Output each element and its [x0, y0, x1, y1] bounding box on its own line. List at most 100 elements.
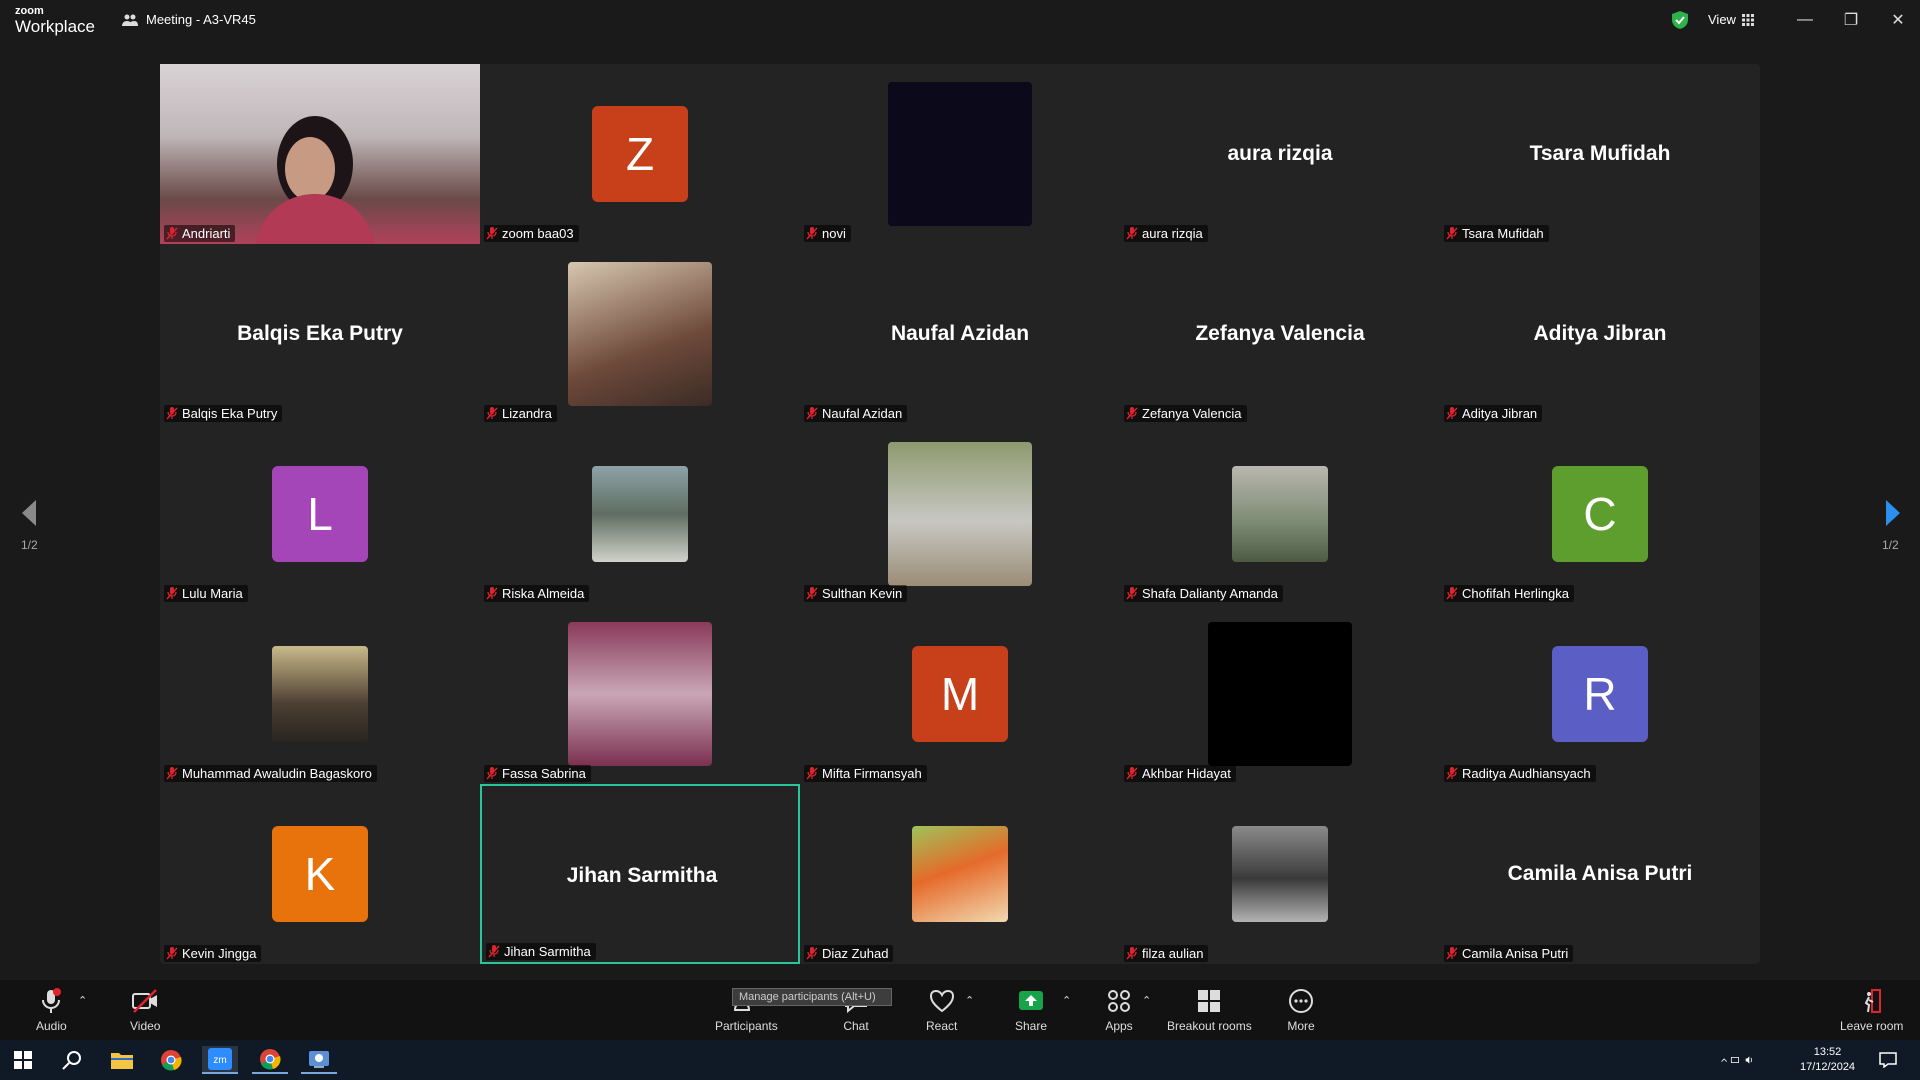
- participant-name-label: Lizandra: [484, 405, 557, 422]
- participant-name: Raditya Audhiansyach: [1462, 766, 1591, 781]
- participant-tile[interactable]: Diaz Zuhad: [800, 784, 1120, 964]
- participant-display-name: Jihan Sarmitha: [566, 864, 718, 887]
- participant-tile[interactable]: R Raditya Audhiansyach: [1440, 604, 1760, 784]
- more-icon: [1289, 989, 1313, 1013]
- tray-icons[interactable]: [1720, 1046, 1756, 1074]
- logo-line1: zoom: [15, 5, 44, 17]
- participant-profile-picture: [592, 466, 688, 562]
- participant-tile[interactable]: filza aulian: [1120, 784, 1440, 964]
- page-indicator-left: 1/2: [21, 538, 38, 552]
- participant-tile[interactable]: novi: [800, 64, 1120, 244]
- breakout-rooms-label: Breakout rooms: [1167, 1019, 1252, 1033]
- breakout-rooms-icon: [1198, 990, 1221, 1012]
- file-explorer-icon[interactable]: [104, 1046, 140, 1074]
- share-button[interactable]: Share: [1015, 988, 1047, 1033]
- search-icon[interactable]: [54, 1046, 90, 1074]
- participant-tile[interactable]: Balqis Eka Putry Balqis Eka Putry: [160, 244, 480, 424]
- audio-button[interactable]: Audio: [36, 988, 67, 1033]
- participant-tile[interactable]: Muhammad Awaludin Bagaskoro: [160, 604, 480, 784]
- participant-tile[interactable]: Riska Almeida: [480, 424, 800, 604]
- more-button[interactable]: More: [1287, 988, 1315, 1033]
- participant-tile[interactable]: Zzoom baa03: [480, 64, 800, 244]
- title-bar: zoom Workplace Meeting - A3-VR45 View — …: [0, 0, 1920, 40]
- muted-microphone-icon: [488, 945, 500, 958]
- share-options-caret[interactable]: ⌃: [1062, 994, 1071, 1007]
- participant-tile[interactable]: C Chofifah Herlingka: [1440, 424, 1760, 604]
- leave-room-icon: [1864, 989, 1881, 1013]
- participant-tile[interactable]: aura rizqia aura rizqia: [1120, 64, 1440, 244]
- notifications-icon[interactable]: [1870, 1046, 1906, 1074]
- chrome-icon[interactable]: [153, 1046, 189, 1074]
- participant-name: Shafa Dalianty Amanda: [1142, 586, 1278, 601]
- encryption-shield-icon[interactable]: [1672, 11, 1688, 29]
- participant-tile[interactable]: Camila Anisa Putri Camila Anisa Putri: [1440, 784, 1760, 964]
- muted-microphone-icon: [1126, 407, 1138, 420]
- muted-microphone-icon: [806, 227, 818, 240]
- participant-tile[interactable]: M Mifta Firmansyah: [800, 604, 1120, 784]
- view-button[interactable]: View: [1708, 12, 1754, 27]
- video-button[interactable]: Video: [130, 988, 160, 1033]
- apps-button[interactable]: Apps: [1105, 988, 1133, 1033]
- participant-avatar: M: [912, 646, 1008, 742]
- next-page-icon[interactable]: [1880, 498, 1904, 528]
- participant-name: Akhbar Hidayat: [1142, 766, 1231, 781]
- participant-profile-picture: [888, 82, 1032, 226]
- participant-name: Balqis Eka Putry: [182, 406, 278, 421]
- muted-microphone-icon: [806, 947, 818, 960]
- clock[interactable]: 13:52 17/12/2024: [1800, 1045, 1855, 1075]
- muted-microphone-icon: [1126, 767, 1138, 780]
- participant-tile[interactable]: Naufal Azidan Naufal Azidan: [800, 244, 1120, 424]
- participant-avatar: L: [272, 466, 368, 562]
- participant-tile[interactable]: Tsara Mufidah Tsara Mufidah: [1440, 64, 1760, 244]
- apps-options-caret[interactable]: ⌃: [1142, 994, 1151, 1007]
- app-taskbar-icon[interactable]: [301, 1046, 337, 1074]
- zoom-taskbar-icon[interactable]: zm: [202, 1046, 238, 1074]
- participant-name-label: Naufal Azidan: [804, 405, 908, 422]
- participant-tile[interactable]: Lizandra: [480, 244, 800, 424]
- participant-tile[interactable]: Sulthan Kevin: [800, 424, 1120, 604]
- react-button[interactable]: React: [926, 988, 957, 1033]
- participant-display-name: Camila Anisa Putri: [1507, 862, 1693, 885]
- participant-name-label: Zefanya Valencia: [1124, 405, 1247, 422]
- participant-profile-picture: [568, 262, 712, 406]
- participant-name-label: Lulu Maria: [164, 585, 248, 602]
- participant-tile[interactable]: Fassa Sabrina: [480, 604, 800, 784]
- participant-tile[interactable]: Akhbar Hidayat: [1120, 604, 1440, 784]
- react-options-caret[interactable]: ⌃: [965, 994, 974, 1007]
- apps-label: Apps: [1105, 1019, 1133, 1033]
- restore-button[interactable]: ❐: [1837, 8, 1865, 32]
- participant-name-label: Aditya Jibran: [1444, 405, 1543, 422]
- participant-name: novi: [822, 226, 846, 241]
- participant-tile[interactable]: Andriarti: [160, 64, 480, 244]
- participant-tile[interactable]: Jihan Sarmitha Jihan Sarmitha: [480, 784, 800, 964]
- participant-name: Naufal Azidan: [822, 406, 903, 421]
- participant-name: Sulthan Kevin: [822, 586, 903, 601]
- participant-tile[interactable]: Aditya Jibran Aditya Jibran: [1440, 244, 1760, 424]
- leave-room-button[interactable]: Leave room: [1840, 988, 1903, 1033]
- participant-profile-picture: [1232, 466, 1328, 562]
- participant-tile[interactable]: L Lulu Maria: [160, 424, 480, 604]
- chrome-profile-icon[interactable]: [252, 1046, 288, 1074]
- muted-microphone-icon: [806, 767, 818, 780]
- participant-name: aura rizqia: [1142, 226, 1203, 241]
- breakout-rooms-button[interactable]: Breakout rooms: [1167, 988, 1252, 1033]
- windows-start-icon[interactable]: [5, 1046, 41, 1074]
- close-button[interactable]: ✕: [1884, 8, 1912, 32]
- participant-avatar: R: [1552, 646, 1648, 742]
- participant-tile[interactable]: Shafa Dalianty Amanda: [1120, 424, 1440, 604]
- video-label: Video: [130, 1019, 161, 1033]
- grid-view-icon: [1741, 13, 1754, 26]
- participant-tile[interactable]: K Kevin Jingga: [160, 784, 480, 964]
- audio-options-caret[interactable]: ⌃: [78, 994, 87, 1007]
- react-label: React: [926, 1019, 958, 1033]
- muted-microphone-icon: [166, 947, 178, 960]
- participant-name: Chofifah Herlingka: [1462, 586, 1569, 601]
- participant-tile[interactable]: Zefanya Valencia Zefanya Valencia: [1120, 244, 1440, 424]
- participant-name: Riska Almeida: [502, 586, 585, 601]
- meeting-title-text: Meeting - A3-VR45: [146, 12, 256, 27]
- muted-microphone-icon: [1126, 227, 1138, 240]
- heart-icon: [929, 989, 954, 1013]
- prev-page-icon[interactable]: [18, 498, 42, 528]
- minimize-button[interactable]: —: [1791, 8, 1819, 32]
- participant-avatar: Z: [592, 106, 688, 202]
